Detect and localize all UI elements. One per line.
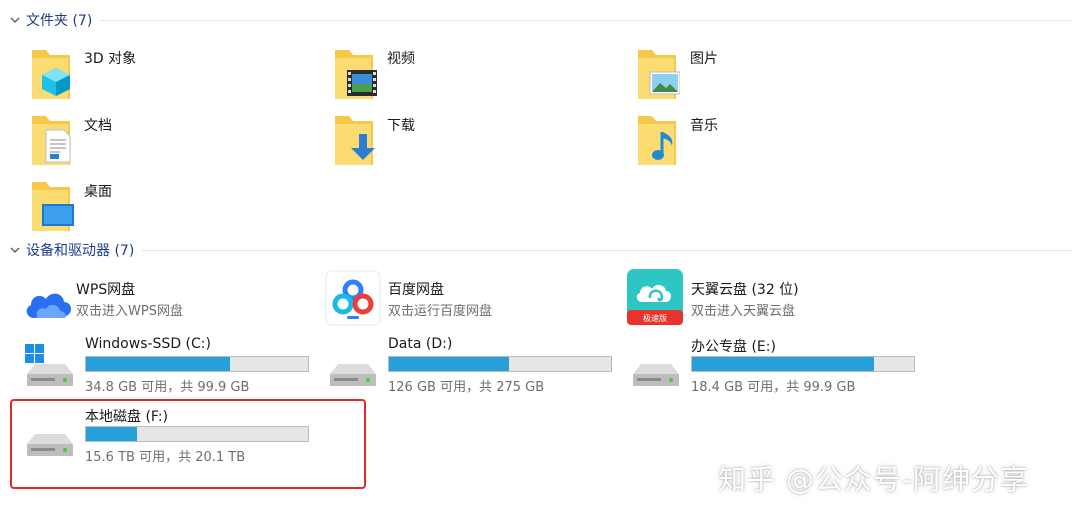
- download-folder-icon: [335, 116, 375, 165]
- drive-label: Data (D:): [388, 336, 453, 352]
- chevron-down-icon[interactable]: [8, 243, 22, 257]
- device-baidu-netdisk[interactable]: 百度网盘 双击运行百度网盘: [325, 270, 615, 326]
- device-label: WPS网盘: [76, 282, 136, 298]
- drive-free-space: 126 GB 可用，共 275 GB: [388, 380, 545, 395]
- documents-folder-icon: [32, 116, 71, 165]
- folder-label: 图片: [690, 51, 718, 67]
- folder-label: 桌面: [84, 184, 112, 200]
- baidu-netdisk-icon: [325, 270, 381, 326]
- tianyi-badge-text: 极速版: [643, 313, 667, 323]
- hard-drive-icon: [633, 364, 679, 386]
- device-wps-cloud[interactable]: WPS网盘 双击进入WPS网盘: [22, 276, 312, 332]
- folder-music[interactable]: 音乐: [636, 112, 896, 174]
- folder-downloads[interactable]: 下载: [333, 112, 593, 174]
- music-folder-icon: [638, 116, 676, 165]
- chevron-down-icon[interactable]: [8, 13, 22, 27]
- tianyi-cloud-icon: 极速版: [627, 269, 683, 325]
- hard-drive-icon: [330, 364, 376, 386]
- drive-label: Windows-SSD (C:): [85, 336, 211, 352]
- highlight-annotation-box: [10, 399, 366, 489]
- group-divider: [142, 249, 1072, 251]
- folder-label: 文档: [84, 118, 112, 134]
- group-divider: [100, 19, 1072, 21]
- folder-pictures[interactable]: 图片: [636, 46, 896, 108]
- drive-usage-bar: [691, 356, 915, 372]
- device-label: 天翼云盘 (32 位): [691, 282, 799, 298]
- windows-drive-icon: [25, 344, 73, 386]
- folders-group-title: 文件夹 (7): [26, 13, 93, 29]
- folder-label: 下载: [387, 118, 415, 134]
- drive-free-space: 34.8 GB 可用，共 99.9 GB: [85, 380, 250, 395]
- drive-usage-fill: [692, 357, 875, 371]
- folder-label: 3D 对象: [84, 51, 137, 67]
- device-tianyi-cloud[interactable]: 极速版 天翼云盘 (32 位) 双击进入天翼云盘: [626, 268, 926, 328]
- folder-3d-objects[interactable]: 3D 对象: [30, 46, 290, 108]
- drive-d[interactable]: Data (D:) 126 GB 可用，共 275 GB: [324, 336, 624, 396]
- device-subtitle: 双击进入WPS网盘: [76, 304, 183, 319]
- folder-documents[interactable]: 文档: [30, 112, 290, 174]
- desktop-folder-icon: [32, 182, 74, 231]
- folder-desktop[interactable]: 桌面: [30, 178, 290, 240]
- watermark: 知乎 @公众号-阿绅分享: [718, 463, 1030, 496]
- folder-label: 视频: [387, 51, 415, 67]
- drive-c[interactable]: Windows-SSD (C:) 34.8 GB 可用，共 99.9 GB: [21, 336, 321, 396]
- 3d-objects-folder-icon: [32, 50, 70, 99]
- drive-e[interactable]: 办公专盘 (E:) 18.4 GB 可用，共 99.9 GB: [627, 336, 927, 396]
- folders-group-header[interactable]: 文件夹 (7): [8, 10, 1072, 30]
- video-folder-icon: [335, 50, 377, 99]
- folder-videos[interactable]: 视频: [333, 46, 593, 108]
- drive-usage-bar: [85, 356, 309, 372]
- device-subtitle: 双击运行百度网盘: [388, 304, 493, 319]
- drive-free-space: 18.4 GB 可用，共 99.9 GB: [691, 380, 856, 395]
- drive-usage-bar: [388, 356, 612, 372]
- drive-label: 办公专盘 (E:): [691, 339, 776, 355]
- device-label: 百度网盘: [388, 282, 444, 298]
- folder-label: 音乐: [690, 118, 718, 134]
- pictures-folder-icon: [638, 50, 680, 99]
- devices-group-header[interactable]: 设备和驱动器 (7): [8, 240, 1072, 260]
- drive-usage-fill: [389, 357, 509, 371]
- devices-group-title: 设备和驱动器 (7): [26, 243, 135, 259]
- device-subtitle: 双击进入天翼云盘: [691, 304, 796, 319]
- drive-usage-fill: [86, 357, 231, 371]
- wps-cloud-icon: [26, 293, 72, 318]
